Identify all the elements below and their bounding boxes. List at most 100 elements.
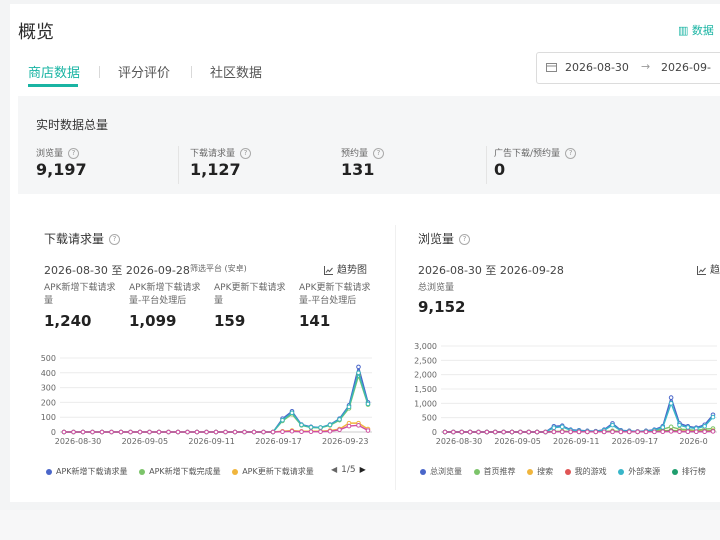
data-point[interactable] [99,429,105,435]
data-point[interactable] [299,429,304,435]
data-point[interactable] [337,417,342,422]
data-point[interactable] [484,429,490,435]
data-point[interactable] [660,429,666,435]
data-point[interactable] [526,429,532,435]
data-link[interactable]: ▥ 数据 [678,22,714,38]
legend-item[interactable]: 排行榜 [671,466,706,477]
data-point[interactable] [204,429,209,435]
data-point[interactable] [518,429,523,435]
data-point[interactable] [685,429,691,435]
legend-item[interactable]: 首页推荐 [473,466,516,477]
data-point[interactable] [299,422,304,428]
data-point[interactable] [327,422,333,428]
data-point[interactable] [137,429,143,435]
data-point[interactable] [476,429,481,435]
data-point[interactable] [365,401,371,407]
data-point[interactable] [61,429,67,435]
data-point[interactable] [643,429,649,435]
tab-community-data[interactable]: 社区数据 [210,62,262,81]
help-icon[interactable]: ? [373,148,385,159]
data-point[interactable] [668,395,674,400]
data-point[interactable] [610,422,615,428]
data-point[interactable] [652,429,657,435]
data-point[interactable] [365,428,371,433]
data-point[interactable] [459,429,465,435]
data-point[interactable] [308,429,314,435]
data-point[interactable] [156,429,162,435]
data-point[interactable] [660,425,666,430]
data-point[interactable] [635,429,640,435]
data-point[interactable] [626,429,632,435]
data-point[interactable] [668,401,674,406]
start-date[interactable]: 2026-08-30 [565,61,629,74]
legend-item[interactable]: 我的游戏 [564,466,607,477]
data-point[interactable] [232,429,238,435]
data-point[interactable] [710,429,716,434]
data-point[interactable] [337,427,342,433]
help-icon[interactable]: ? [565,148,577,159]
data-point[interactable] [492,429,498,435]
data-point[interactable] [223,429,228,435]
legend-item[interactable]: APK更新下载请求量 [232,466,314,477]
data-point[interactable] [576,429,582,435]
data-point[interactable] [534,429,540,435]
data-point[interactable] [128,429,133,435]
data-point[interactable] [90,429,95,435]
data-point[interactable] [356,423,361,428]
data-point[interactable] [467,429,473,435]
legend-item[interactable]: 总浏览量 [420,466,462,477]
legend-item[interactable]: 外部来源 [618,466,660,477]
help-icon[interactable]: ? [68,148,80,159]
tab-store-data[interactable]: 商店数据 [28,62,80,81]
data-point[interactable] [251,429,257,435]
data-point[interactable] [261,429,266,435]
data-point[interactable] [147,429,152,435]
legend-item[interactable]: APK新增下载请求量 [46,466,128,477]
data-point[interactable] [175,429,181,435]
data-point[interactable] [80,429,86,435]
data-point[interactable] [610,429,615,435]
legend-item[interactable]: 搜索 [527,466,553,477]
data-point[interactable] [356,370,361,376]
data-point[interactable] [356,364,361,370]
end-date[interactable]: 2026-09- [661,61,711,74]
data-point[interactable] [308,424,314,430]
data-point[interactable] [509,429,515,435]
data-point[interactable] [346,404,352,410]
data-point[interactable] [693,429,699,435]
next-page-icon[interactable]: ▶ [360,465,366,474]
data-point[interactable] [559,424,565,430]
help-icon[interactable]: ? [109,234,121,245]
data-point[interactable] [593,429,599,435]
prev-page-icon[interactable]: ◀ [331,465,337,474]
data-point[interactable] [668,429,674,434]
data-point[interactable] [346,423,352,429]
data-point[interactable] [242,429,247,435]
trend-chart-toggle[interactable]: 趋 [697,261,720,276]
data-point[interactable] [559,429,565,435]
trend-chart-toggle[interactable]: 趋势图 [324,261,367,276]
data-point[interactable] [677,429,682,435]
tab-ratings-reviews[interactable]: 评分评价 [118,62,170,81]
data-point[interactable] [442,429,448,435]
platform-filter[interactable]: 筛选平台 (安卓) [190,263,247,274]
data-point[interactable] [451,429,456,435]
data-point[interactable] [551,429,557,435]
data-point[interactable] [685,425,691,430]
date-range-picker[interactable]: 2026-08-30 → 2026-09- [536,52,720,84]
data-point[interactable] [166,429,171,435]
data-point[interactable] [185,429,190,435]
data-point[interactable] [601,429,607,435]
data-point[interactable] [543,429,548,435]
data-point[interactable] [568,429,573,435]
data-point[interactable] [71,429,76,435]
data-point[interactable] [501,429,506,435]
data-point[interactable] [280,429,285,435]
data-point[interactable] [289,428,295,434]
data-point[interactable] [618,429,624,435]
data-point[interactable] [289,410,295,416]
data-point[interactable] [118,429,124,435]
data-point[interactable] [318,429,323,435]
data-point[interactable] [710,414,716,420]
data-point[interactable] [194,429,200,435]
